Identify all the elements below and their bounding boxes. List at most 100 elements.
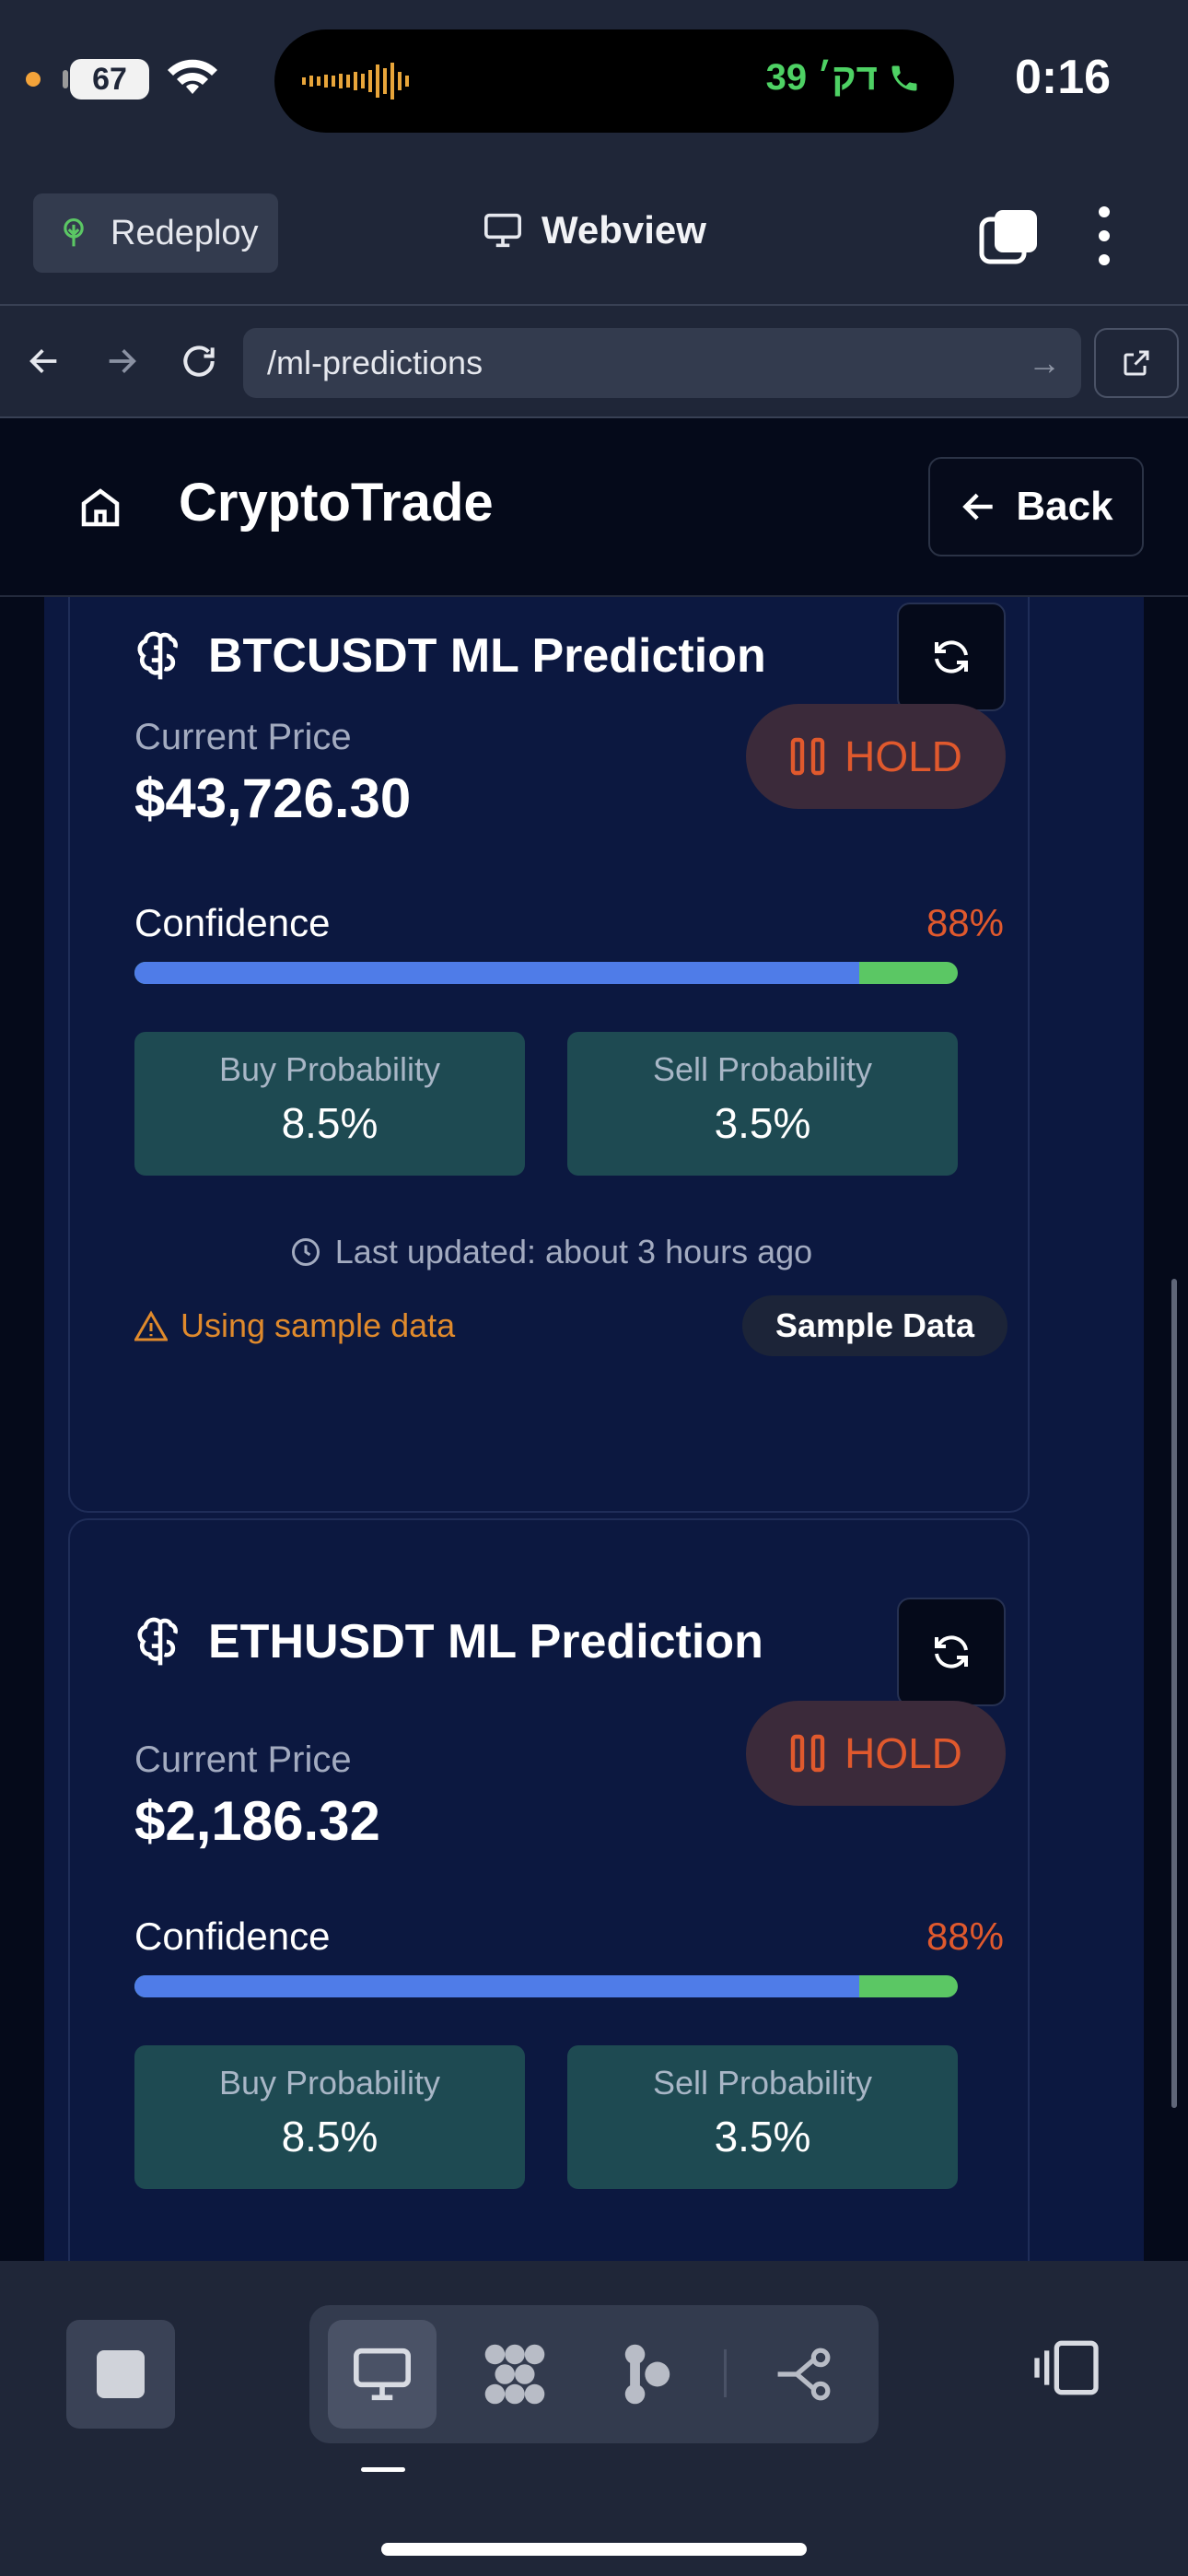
confidence-bar-fill (134, 1975, 859, 1997)
current-price-label: Current Price (134, 1739, 352, 1780)
signal-text: HOLD (844, 1729, 962, 1777)
status-bar: 67 39 דק׳ 0:16 (0, 0, 1188, 161)
prediction-card-eth: ETHUSDT ML Prediction Current Price $2,1… (68, 1518, 1030, 2261)
arrow-left-icon (29, 349, 57, 373)
webview-selector[interactable]: Webview (483, 208, 706, 252)
buy-probability-box: Buy Probability 8.5% (134, 2045, 525, 2189)
privacy-indicator-dot (26, 72, 41, 87)
sample-data-warning: Using sample data (134, 1306, 455, 1345)
audio-waveform-icon (302, 63, 409, 100)
card-title-text: BTCUSDT ML Prediction (208, 629, 766, 683)
last-updated-text: Last updated: about 3 hours ago (334, 1233, 813, 1270)
sample-warning-text: Using sample data (181, 1306, 456, 1344)
current-price: $43,726.30 (134, 767, 412, 829)
webview-label: Webview (542, 208, 706, 252)
app-header: CryptoTrade Back (0, 418, 1188, 597)
branch-icon (777, 2348, 831, 2401)
stop-icon (97, 2350, 145, 2398)
workflow-view-button[interactable] (750, 2320, 858, 2429)
view-switcher (309, 2305, 879, 2443)
signal-badge: HOLD (746, 704, 1006, 809)
confidence-value: 88% (926, 901, 1004, 944)
brand-title: CryptoTrade (179, 473, 494, 533)
sample-data-badge: Sample Data (742, 1295, 1007, 1356)
divider (724, 2349, 727, 2397)
confidence-bar-fill (134, 962, 859, 984)
sell-probability-box: Sell Probability 3.5% (567, 2045, 958, 2189)
back-nav-button[interactable] (15, 332, 74, 391)
open-external-button[interactable] (1094, 328, 1179, 398)
external-link-icon (1124, 350, 1149, 376)
sell-probability-box: Sell Probability 3.5% (567, 1032, 958, 1176)
confidence-label: Confidence (134, 1914, 331, 1958)
grid-blob-icon (484, 2344, 545, 2405)
redeploy-label: Redeploy (111, 213, 259, 252)
sell-probability-label: Sell Probability (652, 1050, 873, 1088)
brain-icon (137, 1617, 178, 1666)
refresh-button[interactable] (897, 603, 1006, 711)
predictions-content[interactable]: BTCUSDT ML Prediction Current Price $43,… (0, 597, 1188, 2261)
warning-icon (134, 1310, 168, 1341)
sell-probability-label: Sell Probability (652, 2064, 873, 2102)
buy-probability-value: 8.5% (281, 2113, 379, 2160)
phone-icon (891, 65, 917, 91)
prediction-card-btc: BTCUSDT ML Prediction Current Price $43,… (68, 597, 1030, 1513)
buy-probability-value: 8.5% (281, 1099, 379, 1147)
confidence-bar (134, 962, 958, 984)
url-field[interactable]: /ml-predictions → (243, 328, 1081, 398)
home-indicator[interactable] (381, 2543, 807, 2556)
card-title-text: ETHUSDT ML Prediction (208, 1615, 763, 1669)
signal-badge: HOLD (746, 1701, 1006, 1806)
play-shape-icon (624, 2344, 670, 2405)
home-icon[interactable] (76, 483, 125, 533)
pause-icon (790, 737, 825, 776)
brain-icon (137, 631, 178, 680)
confidence-label: Confidence (134, 901, 331, 944)
card-title: BTCUSDT ML Prediction (134, 628, 766, 684)
refresh-button[interactable] (897, 1598, 1006, 1706)
side-panel-icon[interactable] (1031, 2338, 1101, 2397)
refresh-icon (935, 640, 968, 673)
active-view-indicator (361, 2467, 405, 2472)
tree-icon (64, 218, 84, 247)
reload-button[interactable] (169, 332, 228, 391)
confidence-value: 88% (926, 1914, 1004, 1958)
buy-probability-box: Buy Probability 8.5% (134, 1032, 525, 1176)
battery-indicator: 67 (63, 59, 149, 100)
sell-probability-value: 3.5% (714, 2113, 811, 2160)
redeploy-button[interactable]: Redeploy (33, 193, 278, 273)
buy-probability-label: Buy Probability (218, 1050, 441, 1088)
stop-button[interactable] (66, 2320, 175, 2429)
clock: 0:16 (1015, 51, 1112, 104)
forward-nav-button[interactable] (92, 332, 151, 391)
confidence-bar (134, 1975, 958, 1997)
scrollbar[interactable] (1171, 1279, 1177, 2108)
back-button[interactable]: Back (928, 457, 1144, 556)
arrow-right-icon (109, 349, 136, 373)
clock-icon (291, 1238, 320, 1266)
tabs-icon[interactable] (978, 208, 1039, 267)
refresh-icon (935, 1635, 968, 1669)
bottom-toolbar (0, 2261, 1188, 2576)
agent-view-button[interactable] (460, 2320, 569, 2429)
logo-view-button[interactable] (593, 2320, 702, 2429)
monitor-icon (484, 213, 521, 248)
card-title: ETHUSDT ML Prediction (134, 1614, 763, 1669)
url-text: /ml-predictions (267, 344, 483, 381)
wifi-icon (168, 59, 217, 94)
current-price-label: Current Price (134, 717, 352, 757)
url-bar-row: /ml-predictions → (0, 304, 1188, 418)
pause-icon (790, 1734, 825, 1773)
preview-view-button[interactable] (328, 2320, 437, 2429)
webview-toolbar: Redeploy Webview (0, 175, 1188, 304)
monitor-icon (354, 2348, 411, 2401)
reload-icon (183, 345, 215, 377)
more-options-icon[interactable] (1085, 203, 1124, 269)
dynamic-island[interactable]: 39 דק׳ (274, 29, 954, 133)
back-label: Back (1016, 484, 1113, 529)
current-price: $2,186.32 (134, 1790, 380, 1852)
call-duration: 39 דק׳ (766, 57, 921, 99)
buy-probability-label: Buy Probability (218, 2064, 441, 2102)
go-arrow-icon[interactable]: → (1028, 328, 1061, 398)
last-updated: Last updated: about 3 hours ago (70, 1233, 1031, 1271)
